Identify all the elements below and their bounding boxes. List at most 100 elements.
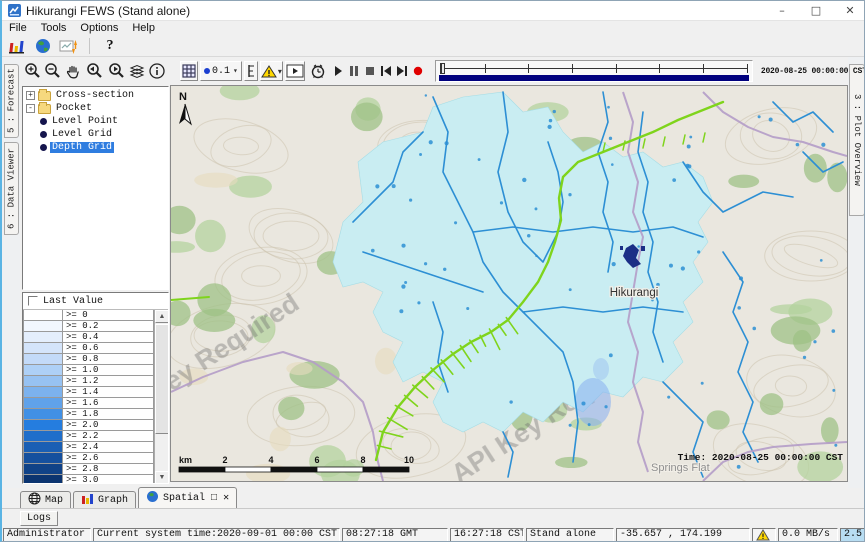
status-warning-icon[interactable]	[752, 528, 776, 542]
tree-item-level-grid[interactable]: Level Grid	[23, 128, 168, 141]
class-dot-icon	[204, 68, 210, 74]
pan-hand-icon[interactable]	[64, 61, 82, 81]
tree-item-pocket[interactable]: -Pocket	[23, 102, 168, 115]
help-button[interactable]: ?	[99, 36, 121, 56]
menu-file[interactable]: File	[2, 21, 34, 35]
status-mode: Stand alone	[526, 528, 614, 542]
grid-display-icon[interactable]	[180, 61, 198, 81]
logs-row: Logs	[2, 509, 865, 527]
play-icon[interactable]	[331, 61, 345, 81]
zoom-previous-icon[interactable]	[84, 61, 104, 81]
last-value-checkbox[interactable]	[28, 296, 38, 306]
timeline-tick	[485, 64, 486, 73]
tree-item-cross-section[interactable]: +Cross-section	[23, 89, 168, 102]
logs-button[interactable]: Logs	[20, 511, 58, 526]
legend-row-label: >= 1.8	[63, 409, 154, 420]
zoom-in-icon[interactable]	[24, 61, 42, 81]
legend-swatch	[23, 365, 63, 376]
record-icon[interactable]	[411, 61, 425, 81]
legend-row[interactable]: >= 2.8	[23, 464, 168, 475]
status-user: Administrator	[3, 528, 91, 542]
legend-row[interactable]: >= 0.8	[23, 354, 168, 365]
timer-clock-icon[interactable]	[309, 61, 327, 81]
legend-row[interactable]: >= 2.0	[23, 420, 168, 431]
legend-row[interactable]: >= 0.2	[23, 321, 168, 332]
tab-plot-overview[interactable]: 3 : Plot Overview	[849, 64, 865, 216]
folder-icon	[38, 91, 51, 101]
tree-item-level-point[interactable]: Level Point	[23, 115, 168, 128]
svg-text:4: 4	[268, 455, 273, 465]
minimize-button[interactable]: –	[765, 1, 799, 20]
layer-bullet-icon	[40, 144, 47, 151]
maximize-button[interactable]: □	[799, 1, 833, 20]
tab-forecast[interactable]: 5 : Forecast	[4, 64, 19, 138]
legend-row[interactable]: >= 2.4	[23, 442, 168, 453]
zoom-next-icon[interactable]	[106, 61, 126, 81]
legend-row[interactable]: >= 1.6	[23, 398, 168, 409]
zoom-out-icon[interactable]	[44, 61, 62, 81]
north-label: N	[179, 91, 187, 103]
pause-icon[interactable]	[347, 61, 361, 81]
menu-help[interactable]: Help	[125, 21, 162, 35]
tree-toggle-icon[interactable]: -	[26, 104, 35, 113]
legend-swatch	[23, 343, 63, 354]
last-value-label: Last Value	[43, 296, 103, 307]
menu-tools[interactable]: Tools	[34, 21, 74, 35]
tab-float-icon[interactable]: □	[211, 493, 217, 504]
legend-row[interactable]: >= 1.8	[23, 409, 168, 420]
skip-to-start-icon[interactable]	[379, 61, 393, 81]
close-button[interactable]: ✕	[833, 1, 865, 20]
place-label-springs-flat: Springs Flat	[651, 462, 710, 474]
globe-wire-icon	[28, 492, 41, 509]
legend-row[interactable]: >= 1.0	[23, 365, 168, 376]
tree-item-depth-grid[interactable]: Depth Grid	[23, 141, 168, 154]
legend-swatch	[23, 398, 63, 409]
contour-classes-dropdown[interactable]: 0.1 ▾	[200, 61, 242, 81]
legend-scale-icon[interactable]	[244, 61, 258, 81]
info-icon[interactable]	[148, 61, 166, 81]
legend-row[interactable]: >= 2.6	[23, 453, 168, 464]
status-bar: AdministratorCurrent system time:2020-09…	[2, 527, 865, 542]
map-view[interactable]: API Key Required API Key Required	[170, 85, 848, 482]
legend-row-label: >= 0.6	[63, 343, 154, 354]
globe-icon[interactable]	[32, 36, 54, 56]
tab-label: Graph	[98, 495, 128, 506]
import-export-chart-icon[interactable]	[58, 36, 80, 56]
animation-export-icon[interactable]	[285, 61, 305, 81]
legend-swatch	[23, 332, 63, 343]
scroll-down-icon[interactable]: ▼	[155, 471, 168, 483]
legend-row-label: >= 0.4	[63, 332, 154, 343]
skip-to-end-icon[interactable]	[395, 61, 409, 81]
contour-classes-value: 0.1	[212, 66, 230, 77]
legend-panel: Last Value >= 0>= 0.2>= 0.4>= 0.6>= 0.8>…	[22, 292, 169, 484]
stop-icon[interactable]	[363, 61, 377, 81]
svg-text:2: 2	[222, 455, 227, 465]
legend-row[interactable]: >= 0.4	[23, 332, 168, 343]
legend-scrollbar[interactable]: ▲ ▼	[154, 310, 168, 483]
status-system-time: Current system time:2020-09-01 00:00 CST	[93, 528, 340, 542]
legend-row[interactable]: >= 2.2	[23, 431, 168, 442]
tree-toggle-icon[interactable]: +	[26, 91, 35, 100]
explorer-bars-icon[interactable]	[6, 36, 28, 56]
legend-row[interactable]: >= 0	[23, 310, 168, 321]
map-time-label: Time: 2020-08-25 00:00:00 CST	[678, 452, 844, 463]
legend-row[interactable]: >= 1.2	[23, 376, 168, 387]
timeline-slider[interactable]	[435, 60, 753, 82]
legend-row[interactable]: >= 0.6	[23, 343, 168, 354]
menu-options[interactable]: Options	[73, 21, 125, 35]
scroll-up-icon[interactable]: ▲	[155, 310, 168, 323]
tab-spatial[interactable]: Spatial□✕	[138, 487, 237, 508]
bar-chart-icon	[81, 492, 94, 509]
tab-data-viewer[interactable]: 6 : Data Viewer	[4, 142, 19, 235]
legend-row-label: >= 2.4	[63, 442, 154, 453]
layers-icon[interactable]	[128, 61, 146, 81]
legend-row[interactable]: >= 3.0	[23, 475, 168, 483]
tab-close-icon[interactable]: ✕	[223, 492, 229, 504]
legend-row[interactable]: >= 1.4	[23, 387, 168, 398]
scrollbar-thumb[interactable]	[155, 324, 168, 434]
tab-map[interactable]: Map	[20, 491, 71, 508]
window-title: Hikurangi FEWS (Stand alone)	[26, 4, 190, 18]
tab-graph[interactable]: Graph	[73, 491, 136, 508]
layer-tree: +Cross-section-PocketLevel PointLevel Gr…	[22, 86, 169, 290]
warning-threshold-dropdown[interactable]: ▾	[260, 61, 283, 81]
